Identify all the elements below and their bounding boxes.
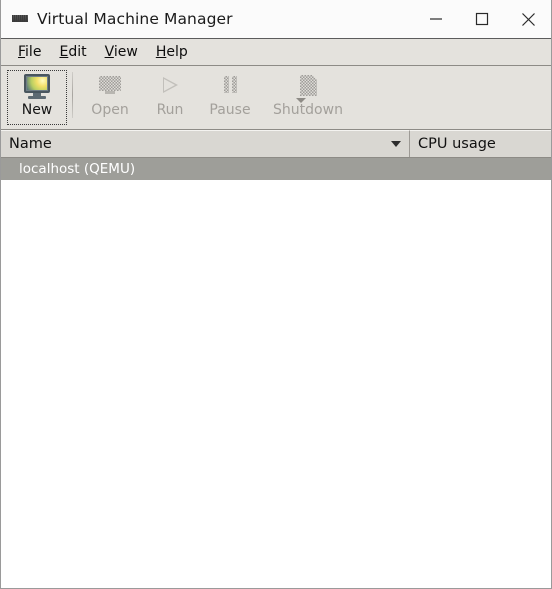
virtual-machine-manager-window: Virtual Machine Manager File Edit View H… (0, 0, 552, 589)
menubar: File Edit View Help (1, 39, 551, 66)
close-icon[interactable] (505, 0, 551, 38)
menu-item-file[interactable]: File (9, 42, 50, 62)
list-item[interactable]: localhost (QEMU) (1, 158, 551, 180)
menu-item-edit[interactable]: Edit (50, 42, 95, 62)
window-controls (413, 0, 551, 38)
menu-mnemonic-help: H (155, 44, 167, 60)
toolbar-label-pause: Pause (209, 102, 251, 118)
menu-label-edit: dit (68, 44, 87, 60)
titlebar: Virtual Machine Manager (1, 0, 551, 39)
vm-list[interactable]: localhost (QEMU) (1, 158, 551, 588)
toolbar-button-pause[interactable]: Pause (200, 70, 260, 125)
list-column-headers: Name CPU usage (1, 130, 551, 158)
toolbar-label-run: Run (156, 102, 184, 118)
menu-label-view: iew (113, 44, 138, 60)
open-monitor-icon (95, 73, 125, 101)
pause-icon (215, 73, 245, 101)
minimize-icon[interactable] (413, 0, 459, 38)
menu-mnemonic-edit: E (59, 44, 69, 60)
toolbar: New Open Run Pause Shutdown (1, 66, 551, 130)
menu-mnemonic-file: F (18, 44, 26, 60)
toolbar-label-new: New (21, 102, 53, 118)
toolbar-separator (72, 72, 73, 118)
sort-descending-icon (391, 141, 401, 147)
column-header-cpu-usage-label: CPU usage (418, 136, 496, 152)
run-play-icon (155, 73, 185, 101)
vmm-logo-icon (11, 10, 29, 28)
window-title: Virtual Machine Manager (37, 10, 233, 28)
toolbar-button-open[interactable]: Open (80, 70, 140, 125)
maximize-icon[interactable] (459, 0, 505, 38)
toolbar-button-run[interactable]: Run (140, 70, 200, 125)
list-item-label: localhost (QEMU) (19, 161, 136, 177)
menu-item-help[interactable]: Help (147, 42, 197, 62)
menu-mnemonic-view: V (104, 44, 114, 60)
toolbar-button-new[interactable]: New (7, 70, 67, 125)
menu-label-file: ile (25, 44, 42, 60)
menu-label-help: elp (166, 44, 188, 60)
new-vm-monitor-icon (22, 73, 52, 101)
column-header-cpu-usage[interactable]: CPU usage (410, 130, 551, 157)
toolbar-button-shutdown[interactable]: Shutdown (260, 70, 356, 125)
toolbar-overflow-arrow-icon[interactable] (294, 93, 308, 107)
toolbar-label-shutdown: Shutdown (273, 102, 343, 118)
column-header-name[interactable]: Name (1, 130, 410, 157)
toolbar-label-open: Open (91, 102, 129, 118)
menu-item-view[interactable]: View (96, 42, 147, 62)
column-header-name-label: Name (9, 136, 52, 152)
